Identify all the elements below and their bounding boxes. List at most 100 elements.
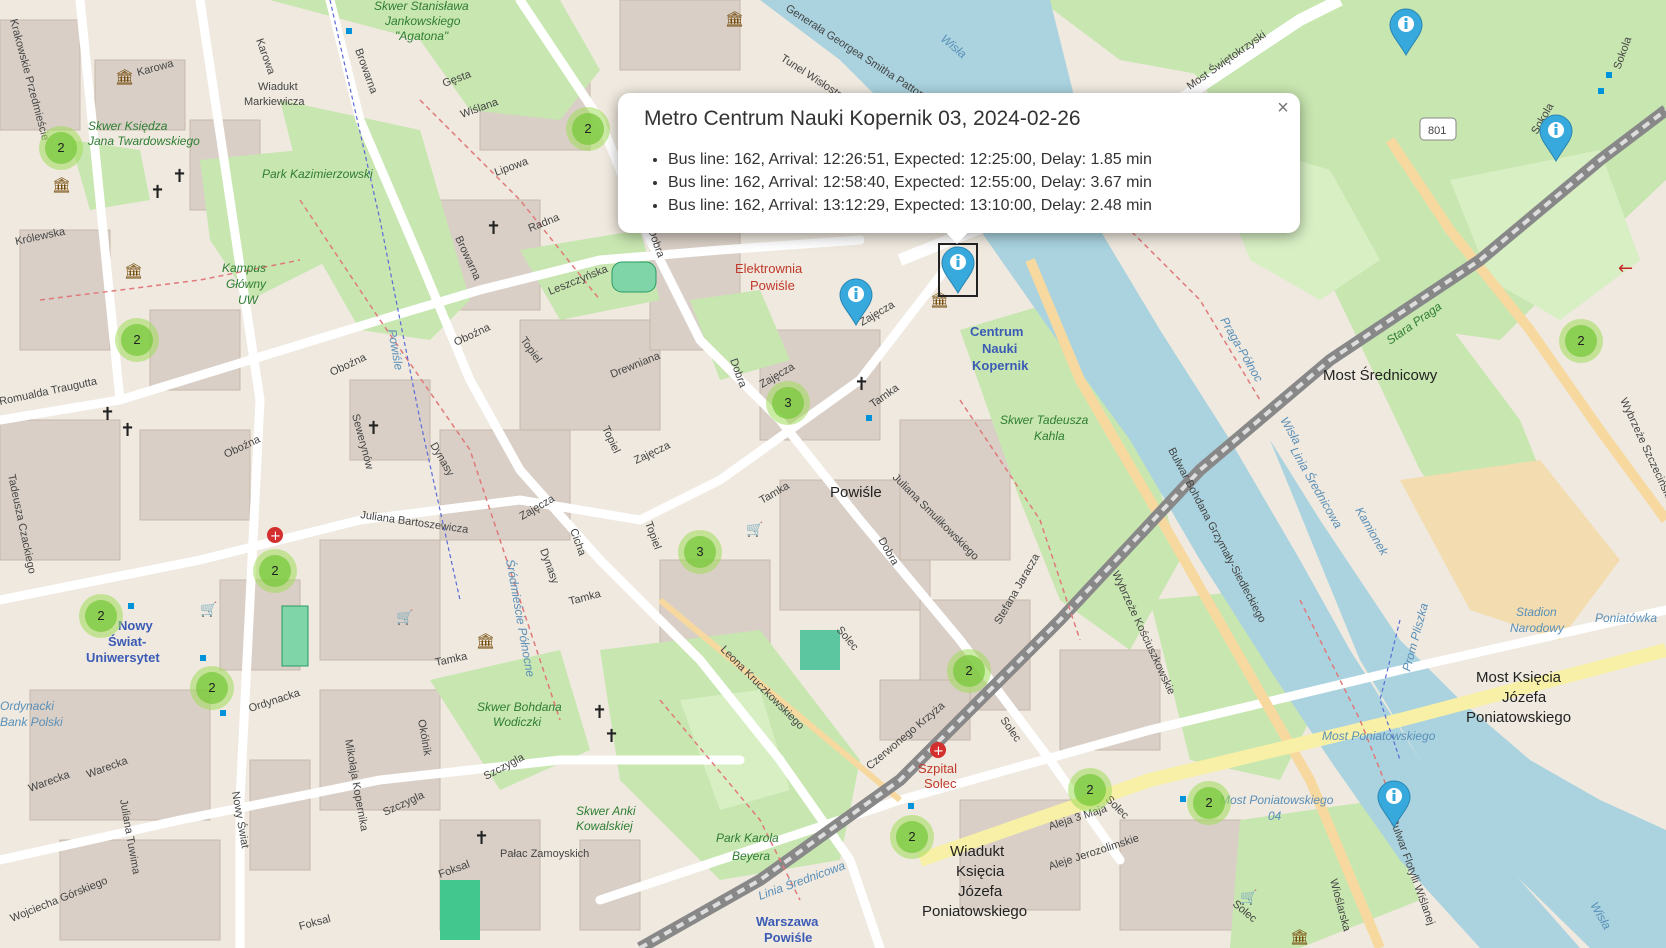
label-most-ks-2: Józefa bbox=[1502, 689, 1547, 706]
cluster-count: 3 bbox=[684, 536, 716, 568]
cluster-count: 2 bbox=[896, 821, 928, 853]
label-most-poniatowskiego: Most Poniatowskiego bbox=[1322, 729, 1436, 743]
cluster-marker[interactable]: 2 bbox=[79, 594, 123, 638]
church-icon: ✝ bbox=[854, 374, 869, 395]
popup-entry: Bus line: 162, Arrival: 12:26:51, Expect… bbox=[668, 148, 1152, 171]
cluster-count: 2 bbox=[953, 655, 985, 687]
label-801: 801 bbox=[1428, 125, 1446, 137]
cluster-count: 2 bbox=[85, 600, 117, 632]
label-most-poniatowskiego-04: Most Poniatowskiego bbox=[1220, 793, 1334, 807]
label-skwer-tadeusza-2: Kahla bbox=[1034, 429, 1065, 443]
museum-icon: 🏛 bbox=[725, 10, 744, 28]
info-pin-marker[interactable] bbox=[1539, 114, 1573, 162]
label-wiadukt-2: Księcia bbox=[956, 863, 1005, 880]
label-ordynacki-1: Ordynacki bbox=[0, 699, 54, 713]
cluster-count: 2 bbox=[1193, 787, 1225, 819]
svg-text:+: + bbox=[933, 744, 944, 759]
info-pin-marker[interactable] bbox=[839, 278, 873, 326]
museum-icon: 🏛 bbox=[124, 262, 143, 280]
label-centrum-nauki-1: Centrum bbox=[970, 324, 1023, 339]
cluster-marker[interactable]: 2 bbox=[253, 549, 297, 593]
label-04: 04 bbox=[1268, 809, 1282, 823]
label-wiadukt-3: Józefa bbox=[958, 883, 1003, 900]
cluster-count: 2 bbox=[45, 132, 77, 164]
sports-field bbox=[611, 261, 657, 293]
popup-tip bbox=[940, 226, 974, 244]
label-kampus-1: Kampus bbox=[222, 261, 266, 275]
label-park-karola-1: Park Karola bbox=[716, 831, 779, 845]
popup-title: Metro Centrum Nauki Kopernik 03, 2024-02… bbox=[644, 107, 1081, 130]
label-kampus-3: UW bbox=[238, 293, 260, 307]
label-elektrownia-1: Elektrownia bbox=[735, 261, 803, 276]
cluster-count: 2 bbox=[1074, 774, 1106, 806]
label-skwer-agaton-1: Skwer Stanisława bbox=[374, 0, 469, 13]
close-icon[interactable]: × bbox=[1272, 97, 1294, 119]
label-park-karola-2: Beyera bbox=[732, 849, 770, 863]
shopping-cart-icon: 🛒 bbox=[396, 609, 413, 626]
label-szpital-2: Solec bbox=[924, 776, 957, 791]
cluster-marker[interactable]: 2 bbox=[1068, 768, 1112, 812]
label-wiadukt-mark-2: Markiewicza bbox=[244, 96, 305, 108]
label-szpital-1: Szpital bbox=[918, 761, 957, 776]
label-wiadukt-mark-1: Wiadukt bbox=[258, 81, 298, 93]
cluster-marker[interactable]: 3 bbox=[766, 381, 810, 425]
label-ordynacki-2: Bank Polski bbox=[0, 715, 63, 729]
label-most-ks-1: Most Księcia bbox=[1476, 669, 1562, 686]
church-icon: ✝ bbox=[366, 418, 381, 439]
shopping-cart-icon: 🛒 bbox=[746, 521, 763, 538]
church-icon: ✝ bbox=[100, 404, 115, 425]
cluster-marker[interactable]: 2 bbox=[890, 815, 934, 859]
label-stadion-2: Narodowy bbox=[1510, 621, 1565, 635]
info-pin-icon bbox=[1389, 8, 1423, 56]
museum-icon: 🏛 bbox=[476, 632, 495, 650]
info-pin-marker[interactable] bbox=[1377, 780, 1411, 828]
label-skwer-bohdana-2: Wodiczki bbox=[493, 715, 541, 729]
label-palac-zamoyskich: Pałac Zamoyskich bbox=[500, 848, 589, 860]
info-pin-marker[interactable] bbox=[1389, 8, 1423, 56]
cluster-marker[interactable]: 2 bbox=[1187, 781, 1231, 825]
label-nowy-swiat-uni-1: Nowy bbox=[118, 618, 153, 633]
cluster-count: 2 bbox=[259, 555, 291, 587]
museum-icon: 🏛 bbox=[52, 176, 71, 194]
museum-icon: 🏛 bbox=[1290, 928, 1309, 946]
cluster-marker[interactable]: 2 bbox=[566, 107, 610, 151]
cluster-marker[interactable]: 2 bbox=[947, 649, 991, 693]
info-pin-icon bbox=[839, 278, 873, 326]
label-skwer-anki-1: Skwer Anki bbox=[576, 804, 636, 818]
church-icon: ✝ bbox=[474, 828, 489, 849]
shopping-cart-icon: 🛒 bbox=[200, 601, 217, 618]
cluster-marker[interactable]: 2 bbox=[1559, 319, 1603, 363]
cluster-count: 2 bbox=[572, 113, 604, 145]
label-skwer-agaton-3: "Agatona" bbox=[395, 29, 449, 43]
popup-entry: Bus line: 162, Arrival: 12:58:40, Expect… bbox=[668, 171, 1152, 194]
cluster-count: 2 bbox=[121, 324, 153, 356]
label-skwer-tadeusza-1: Skwer Tadeusza bbox=[1000, 413, 1089, 427]
cluster-marker[interactable]: 3 bbox=[678, 530, 722, 574]
church-icon: ✝ bbox=[592, 702, 607, 723]
church-icon: ✝ bbox=[150, 182, 165, 203]
cluster-marker[interactable]: 2 bbox=[190, 666, 234, 710]
label-skwer-ks-1: Skwer Księdza bbox=[88, 119, 168, 133]
cluster-marker[interactable]: 2 bbox=[39, 126, 83, 170]
cluster-marker[interactable]: 2 bbox=[115, 318, 159, 362]
sports-field-2 bbox=[281, 605, 309, 667]
label-centrum-nauki-2: Nauki bbox=[982, 341, 1017, 356]
label-skwer-anki-2: Kowalskiej bbox=[576, 819, 633, 833]
cluster-count: 2 bbox=[1565, 325, 1597, 357]
info-pin-selected[interactable] bbox=[938, 243, 978, 297]
church-icon: ✝ bbox=[604, 726, 619, 747]
label-poniatowka: Poniatówka bbox=[1595, 611, 1657, 625]
popup-entry: Bus line: 162, Arrival: 13:12:29, Expect… bbox=[668, 194, 1152, 217]
info-popup: × Metro Centrum Nauki Kopernik 03, 2024-… bbox=[618, 93, 1300, 233]
label-stadion-1: Stadion bbox=[1516, 605, 1557, 619]
museum-icon: 🏛 bbox=[115, 68, 134, 86]
svg-text:+: + bbox=[270, 529, 281, 544]
label-most-ks-3: Poniatowskiego bbox=[1466, 709, 1571, 726]
label-centrum-nauki-3: Kopernik bbox=[972, 358, 1029, 373]
label-warszawa-powisle-1: Warszawa bbox=[756, 914, 819, 929]
label-park-kazimierzowski: Park Kazimierzowski bbox=[262, 167, 373, 181]
label-powisle: Powiśle bbox=[830, 484, 882, 501]
label-skwer-bohdana-1: Skwer Bohdana bbox=[477, 700, 562, 714]
info-pin-icon bbox=[1377, 780, 1411, 828]
cluster-count: 3 bbox=[772, 387, 804, 419]
